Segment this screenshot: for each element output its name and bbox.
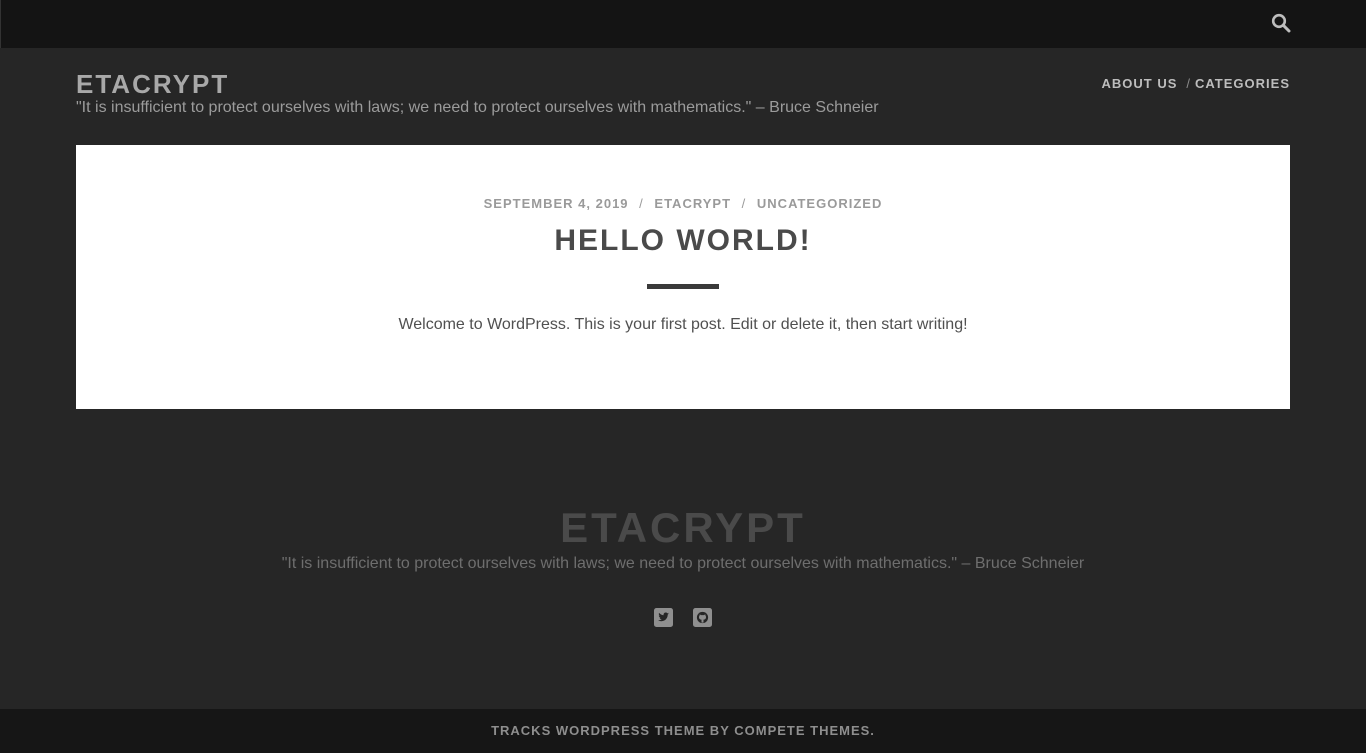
twitter-square-icon[interactable] (654, 608, 673, 627)
meta-separator: / (639, 196, 644, 211)
title-divider (647, 284, 719, 289)
social-icons (654, 608, 712, 627)
site-header: ETACRYPT "It is insufficient to protect … (0, 48, 1366, 145)
post-date[interactable]: SEPTEMBER 4, 2019 (484, 196, 629, 211)
post-category[interactable]: UNCATEGORIZED (757, 196, 882, 211)
post-meta: SEPTEMBER 4, 2019 / ETACRYPT / UNCATEGOR… (76, 196, 1290, 211)
github-square-icon[interactable] (693, 608, 712, 627)
post-card: SEPTEMBER 4, 2019 / ETACRYPT / UNCATEGOR… (76, 145, 1290, 409)
footer-tagline: "It is insufficient to protect ourselves… (281, 555, 1085, 572)
post-excerpt: Welcome to WordPress. This is your first… (398, 316, 968, 333)
menu-item-about-us[interactable]: ABOUT US (1101, 76, 1177, 91)
menu-separator: / (1186, 76, 1191, 91)
post-title[interactable]: HELLO WORLD! (76, 223, 1290, 259)
menu-item-categories[interactable]: CATEGORIES (1195, 76, 1290, 91)
search-icon[interactable] (1271, 13, 1293, 35)
meta-separator: / (741, 196, 747, 211)
footer-bar: TRACKS WORDPRESS THEME BY COMPETE THEMES… (0, 709, 1366, 753)
post-author[interactable]: ETACRYPT (654, 196, 731, 211)
footer-site-title[interactable]: ETACRYPT (0, 504, 1366, 552)
primary-menu: ABOUT US / CATEGORIES (1101, 76, 1290, 91)
site-tagline: "It is insufficient to protect ourselves… (76, 99, 879, 116)
theme-credit-link[interactable]: TRACKS WORDPRESS THEME BY COMPETE THEMES… (491, 723, 875, 738)
top-bar (0, 0, 1366, 48)
site-title[interactable]: ETACRYPT (76, 68, 229, 100)
